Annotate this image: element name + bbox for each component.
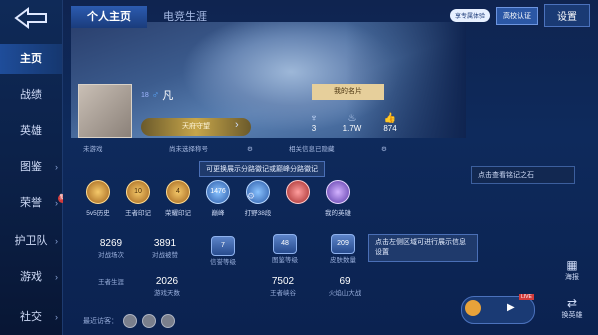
gear-icon[interactable]: ⚙ bbox=[247, 143, 253, 157]
chevron-right-icon: › bbox=[55, 312, 58, 322]
player-name-row: 18 ♂ 凡 bbox=[141, 87, 173, 103]
game-status-tag: 未游戏 bbox=[83, 146, 103, 153]
honor-glory-mark[interactable]: 4 荣耀印记 bbox=[163, 180, 193, 217]
stat-matches[interactable]: 8269 对战场次 bbox=[81, 238, 141, 259]
hero-portrait[interactable] bbox=[283, 180, 313, 217]
profile-stats: ♆ 3 ♨ 1.7W 👍 874 bbox=[303, 113, 401, 133]
nav-item-guard[interactable]: 护卫队 › bbox=[0, 226, 62, 256]
inscription-stone-button[interactable]: 点击查看铭记之石 bbox=[471, 166, 575, 184]
live-badge: LIVE bbox=[519, 294, 534, 300]
info-tooltip: 点击左侧区域可进行展示信息设置 bbox=[368, 234, 478, 262]
tab-esports[interactable]: 电竞生涯 bbox=[147, 6, 223, 28]
poster-button[interactable]: ▦ 海报 bbox=[552, 258, 592, 282]
gear-icon[interactable]: ⚙ bbox=[381, 143, 387, 157]
left-sidebar: 主页 战绩 英雄 图鉴› 荣誉›新 护卫队› 游戏› 社交› bbox=[0, 0, 67, 335]
gear-icon[interactable]: ⚙ bbox=[247, 191, 255, 202]
nav-item-social[interactable]: 社交 › bbox=[0, 302, 62, 332]
honor-row: 5v5历史 10 王者印记 4 荣耀印记 1476 巅峰 打野38段 我的英雄 bbox=[83, 180, 353, 217]
chevron-right-icon: › bbox=[55, 272, 58, 282]
profile-tabs: 个人主页 电竞生涯 bbox=[71, 6, 223, 28]
chevron-right-icon: › bbox=[55, 236, 58, 246]
image-icon: ▦ bbox=[566, 258, 578, 272]
nav-item-home[interactable]: 主页 bbox=[0, 44, 62, 74]
honor-peak[interactable]: 1476 巅峰 bbox=[203, 180, 233, 217]
hidden-info-label: 相关信息已隐藏 bbox=[289, 146, 335, 153]
chevron-right-icon: › bbox=[55, 162, 58, 172]
nav-item-hero[interactable]: 英雄 bbox=[0, 116, 62, 146]
stat-credit[interactable]: 7 信誉等级 bbox=[193, 236, 253, 266]
avatar[interactable] bbox=[161, 314, 175, 328]
stat-days[interactable]: 2026 游戏天数 bbox=[137, 276, 197, 297]
change-hero-button[interactable]: ⇄ 换英雄 bbox=[552, 296, 592, 320]
honor-5v5[interactable]: 5v5历史 bbox=[83, 180, 113, 217]
honor-king-mark[interactable]: 10 王者印记 bbox=[123, 180, 153, 217]
app-root: 主页 战绩 英雄 图鉴› 荣誉›新 护卫队› 游戏› 社交› 个人主页 电竞生涯… bbox=[0, 0, 598, 335]
stat-likes[interactable]: 👍 874 bbox=[379, 113, 401, 133]
stat-popularity[interactable]: ♨ 1.7W bbox=[341, 113, 363, 133]
stat-career[interactable]: 王者生涯 bbox=[81, 276, 141, 286]
nav-item-honor[interactable]: 荣誉›新 bbox=[0, 188, 67, 218]
person-icon: ♆ bbox=[310, 113, 318, 124]
campus-auth-button[interactable]: 高校认证 bbox=[496, 6, 538, 25]
level-badge: 18 bbox=[141, 91, 149, 99]
right-actions: ▦ 海报 ⇄ 换英雄 bbox=[552, 258, 592, 320]
vip-button[interactable]: 享专属体验 bbox=[449, 9, 490, 22]
header-actions: 享专属体验 高校认证 设置 bbox=[449, 4, 590, 27]
stat-canyon[interactable]: 7502 王者峡谷 bbox=[253, 276, 313, 297]
stat-followers[interactable]: ♆ 3 bbox=[303, 113, 325, 133]
avatar[interactable] bbox=[78, 84, 132, 138]
avatar[interactable] bbox=[123, 314, 137, 328]
avatar[interactable] bbox=[142, 314, 156, 328]
nav-item-collection[interactable]: 图鉴 › bbox=[0, 152, 62, 182]
nav-item-game[interactable]: 游戏 › bbox=[0, 262, 62, 292]
settings-button[interactable]: 设置 bbox=[544, 4, 590, 27]
recent-visitors[interactable]: 最近访客： bbox=[83, 314, 175, 328]
swap-icon: ⇄ bbox=[566, 296, 578, 310]
gender-icon: ♂ bbox=[151, 89, 160, 101]
stat-collection[interactable]: 48 图鉴等级 bbox=[255, 234, 315, 264]
nav-item-record[interactable]: 战绩 bbox=[0, 80, 62, 110]
title-select[interactable]: 尚未选择称号 bbox=[169, 143, 208, 157]
my-heroes[interactable]: 我的英雄 bbox=[323, 180, 353, 217]
player-name: 凡 bbox=[162, 90, 174, 102]
main-panel: 个人主页 电竞生涯 享专属体验 高校认证 设置 18 ♂ 凡 天府守望 › 我的… bbox=[63, 0, 598, 335]
chevron-right-icon: › bbox=[55, 198, 58, 208]
play-icon[interactable]: ▶ bbox=[507, 302, 515, 313]
tab-profile[interactable]: 个人主页 bbox=[71, 6, 147, 28]
my-card-button[interactable]: 我的名片 bbox=[312, 84, 384, 100]
tooltip: 可更换展示分路徽记或巅峰分路徽记 bbox=[199, 161, 325, 177]
chevron-right-icon[interactable]: › bbox=[235, 119, 239, 131]
stat-fire[interactable]: 69 火焰山大战 bbox=[315, 276, 375, 297]
stat-skins[interactable]: 209 皮肤数量 bbox=[313, 234, 373, 264]
hero-avatar-icon[interactable] bbox=[465, 300, 481, 316]
stat-praised[interactable]: 3891 对战被赞 bbox=[135, 238, 195, 259]
thumbs-up-icon: 👍 bbox=[383, 113, 397, 124]
back-icon[interactable] bbox=[12, 6, 50, 30]
flame-icon: ♨ bbox=[347, 113, 357, 124]
tag-row: 未游戏 尚未选择称号 ⚙ 相关信息已隐藏 ⚙ bbox=[79, 143, 389, 157]
